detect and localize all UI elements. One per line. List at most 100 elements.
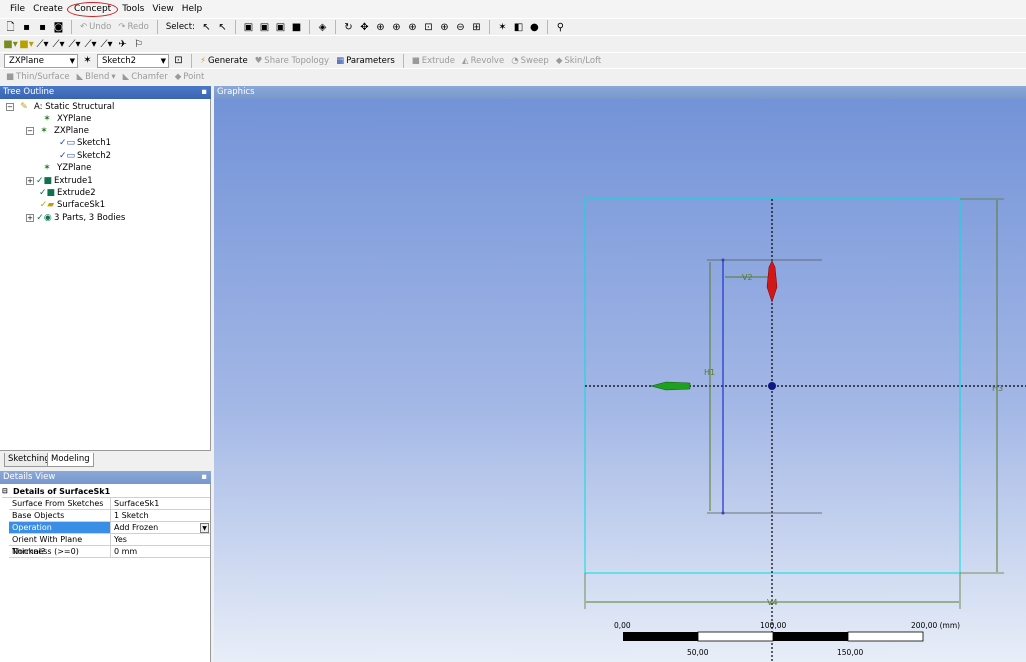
tree-item-extrude1[interactable]: + ✓■ Extrude1 <box>26 175 93 187</box>
details-title: Details of SurfaceSk1 <box>13 487 111 496</box>
pin-icon[interactable]: ▪ <box>201 471 207 484</box>
redo-label: Redo <box>127 22 149 32</box>
details-value[interactable]: Yes <box>111 534 210 545</box>
export-icon[interactable]: ▪ <box>36 21 49 34</box>
select-filter-icon[interactable]: ↖ <box>216 21 229 34</box>
pin-icon[interactable]: ✈ <box>116 38 129 51</box>
dimension-h1-label[interactable]: H1 <box>704 368 715 377</box>
zoom-selected-icon[interactable]: ⊕ <box>438 21 451 34</box>
zoom-icon[interactable]: ⊕ <box>374 21 387 34</box>
share-topology-button[interactable]: ♥ Share Topology <box>253 56 331 66</box>
display-point-icon[interactable]: ● <box>528 21 541 34</box>
thin-surface-icon: ■ <box>6 71 15 82</box>
extend-selection-icon[interactable]: ◈ <box>316 21 329 34</box>
tree-item-parts-bodies[interactable]: + ✓◉ 3 Parts, 3 Bodies <box>26 212 125 224</box>
dimension-h3-label[interactable]: H3 <box>992 384 1003 393</box>
collapse-icon[interactable]: − <box>6 103 14 111</box>
sketch-canvas[interactable]: H1 V2 H3 V4 0,00 100,00 200,00 (mm) 50,0… <box>214 99 1026 662</box>
isometric-view-icon[interactable]: ⊞ <box>470 21 483 34</box>
tree-item-sketch2[interactable]: ✓▭ Sketch2 <box>59 150 111 162</box>
edge-tool-2-icon[interactable]: ⟋▾ <box>52 38 65 51</box>
select-faces-icon[interactable]: ▣ <box>274 21 287 34</box>
tree-item-sketch1[interactable]: ✓▭ Sketch1 <box>59 137 112 149</box>
tree-item-xyplane[interactable]: ✶ XYPlane <box>40 113 91 125</box>
display-model-icon[interactable]: ◧ <box>512 21 525 34</box>
details-row-thickness[interactable]: Thickness (>=0) 0 mm <box>9 546 210 558</box>
origin-point[interactable] <box>768 382 776 390</box>
details-row-orient-normal[interactable]: Orient With Plane Normal? Yes <box>9 534 210 556</box>
details-value[interactable]: SurfaceSk1 <box>111 498 210 509</box>
menu-view[interactable]: View <box>148 0 177 18</box>
new-icon[interactable]: 🗋 <box>4 21 17 34</box>
extrude-button[interactable]: ■ Extrude <box>410 56 457 66</box>
tree-item-surfacesk1[interactable]: ✓▰ SurfaceSk1 <box>40 199 105 211</box>
display-edge-icon[interactable]: ■▾ <box>19 38 33 51</box>
details-row-surface-from-sketches[interactable]: Surface From Sketches SurfaceSk1 <box>9 498 210 510</box>
sweep-button[interactable]: ◔ Sweep <box>509 56 551 66</box>
graphics-viewport[interactable]: H1 V2 H3 V4 0,00 100,00 200,00 (mm) 50,0… <box>214 99 1026 662</box>
skin-loft-button[interactable]: ◆ Skin/Loft <box>554 56 603 66</box>
zoom-fit-icon[interactable]: ⊡ <box>422 21 435 34</box>
menu-file[interactable]: File <box>6 0 29 18</box>
select-edges-icon[interactable]: ▣ <box>258 21 271 34</box>
collapse-icon[interactable]: − <box>26 127 34 135</box>
chevron-down-icon: ▼ <box>160 56 166 65</box>
tree-item-yzplane[interactable]: ✶ YZPlane <box>40 162 91 174</box>
chevron-down-icon[interactable]: ▼ <box>200 523 209 533</box>
generate-button[interactable]: ⚡ Generate <box>198 56 250 66</box>
tree-item-static-structural[interactable]: − ✎ A: Static Structural <box>6 101 114 113</box>
collapse-icon[interactable]: ⊟ <box>2 486 10 497</box>
point-button[interactable]: ◆ Point <box>173 72 207 82</box>
new-plane-icon[interactable]: ✶ <box>81 54 94 67</box>
triad-icon[interactable]: ✶ <box>496 21 509 34</box>
edge-tool-3-icon[interactable]: ⟋▾ <box>68 38 81 51</box>
pan-icon[interactable]: ✥ <box>358 21 371 34</box>
menu-help[interactable]: Help <box>178 0 207 18</box>
rotate-icon[interactable]: ↻ <box>342 21 355 34</box>
chamfer-button[interactable]: ◣ Chamfer <box>121 72 170 82</box>
details-value[interactable]: 0 mm <box>111 546 210 557</box>
screenshot-icon[interactable]: ◙ <box>52 21 65 34</box>
menu-concept[interactable]: Concept <box>66 1 119 17</box>
select-mode-icon[interactable]: ↖ <box>200 21 213 34</box>
pin-icon[interactable]: ▪ <box>201 86 207 99</box>
flag-icon[interactable]: ⚐ <box>132 38 145 51</box>
details-row-operation[interactable]: Operation Add Frozen ▼ <box>9 522 210 534</box>
tree-item-label: Sketch1 <box>77 138 112 148</box>
select-bodies-icon[interactable]: ■ <box>290 21 303 34</box>
edge-tool-5-icon[interactable]: ⟋▾ <box>100 38 113 51</box>
edge-tool-4-icon[interactable]: ⟋▾ <box>84 38 97 51</box>
thin-surface-button[interactable]: ■ Thin/Surface <box>4 72 72 82</box>
display-face-icon[interactable]: ■▾ <box>3 38 17 51</box>
blend-button[interactable]: ◣ Blend ▾ <box>75 72 118 82</box>
redo-button[interactable]: ↷ Redo <box>116 22 150 32</box>
tree-item-label: ZXPlane <box>54 126 89 136</box>
zoom-box-icon[interactable]: ⊕ <box>406 21 419 34</box>
undo-button[interactable]: ↶ Undo <box>78 22 113 32</box>
dimension-v2-label[interactable]: V2 <box>742 273 753 282</box>
revolve-button[interactable]: ◭ Revolve <box>460 56 506 66</box>
new-sketch-icon[interactable]: ⊡ <box>172 54 185 67</box>
details-row-base-objects[interactable]: Base Objects 1 Sketch <box>9 510 210 522</box>
tree-item-extrude2[interactable]: ✓■ Extrude2 <box>39 187 96 199</box>
zoom-out-icon[interactable]: ⊖ <box>454 21 467 34</box>
menu-tools[interactable]: Tools <box>118 0 148 18</box>
tab-modeling[interactable]: Modeling <box>47 453 94 467</box>
select-points-icon[interactable]: ▣ <box>242 21 255 34</box>
expand-icon[interactable]: + <box>26 177 34 185</box>
look-at-icon[interactable]: ⚲ <box>554 21 567 34</box>
dimension-v4-label[interactable]: V4 <box>767 598 778 607</box>
zoom-in-icon[interactable]: ⊕ <box>390 21 403 34</box>
operation-select[interactable]: Add Frozen ▼ <box>111 522 210 533</box>
parameters-button[interactable]: ▦ Parameters <box>334 56 397 66</box>
save-icon[interactable]: ▪ <box>20 21 33 34</box>
details-key: Orient With Plane Normal? <box>9 534 111 556</box>
plane-dropdown[interactable]: ZXPlane ▼ <box>4 53 78 68</box>
expand-icon[interactable]: + <box>26 214 34 222</box>
menu-create[interactable]: Create <box>29 0 67 18</box>
sketch-dropdown[interactable]: Sketch2 ▼ <box>97 53 169 68</box>
details-value[interactable]: 1 Sketch <box>111 510 210 521</box>
tree-item-zxplane[interactable]: − ✶ ZXPlane <box>26 125 89 137</box>
edge-tool-icon[interactable]: ⟋▾ <box>36 38 49 51</box>
separator <box>234 20 236 34</box>
